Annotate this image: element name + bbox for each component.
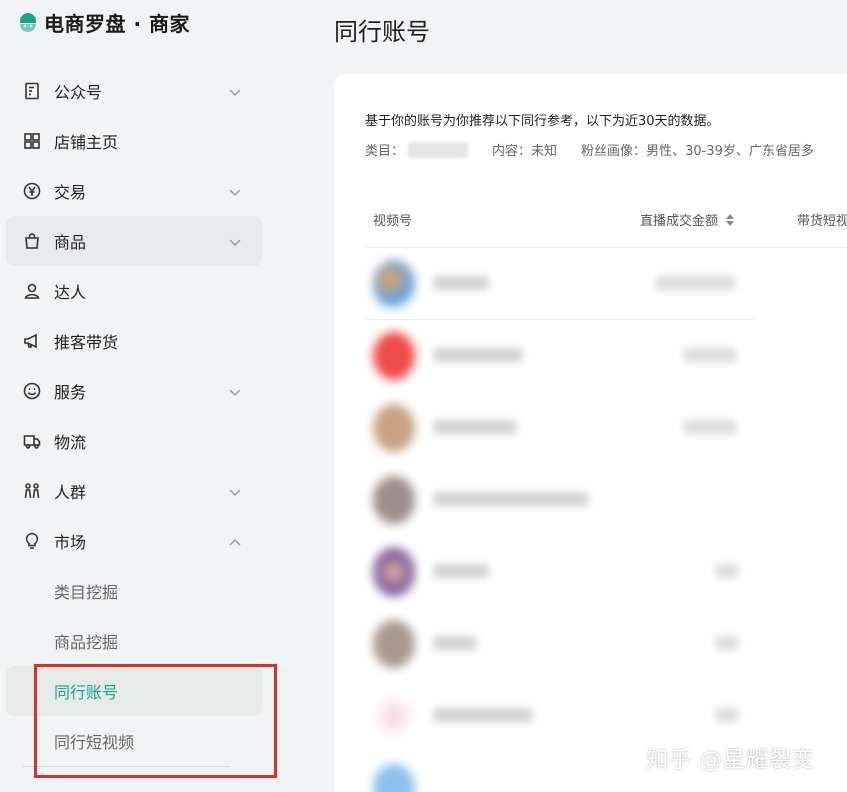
sidebar-item-official-account[interactable]: 公众号 [6, 66, 262, 116]
avatar [373, 548, 415, 596]
sidebar-nav: 公众号 店铺主页 交易 商品 达人 推客带货 服务 物流 人群 市场 类目挖掘 … [6, 66, 262, 766]
gmv-value-blurred [715, 708, 739, 722]
sidebar-item-trade[interactable]: 交易 [6, 166, 262, 216]
account-name-blurred [433, 348, 523, 362]
account-name-blurred [433, 564, 489, 578]
avatar [373, 764, 415, 792]
sidebar-item-label: 物流 [54, 433, 87, 452]
column-header-live-gmv[interactable]: 直播成交金额 [640, 210, 735, 230]
grid-icon [22, 131, 42, 151]
smile-icon [22, 381, 42, 401]
sidebar-item-service[interactable]: 服务 [6, 366, 262, 416]
sidebar-item-label: 公众号 [54, 83, 103, 102]
bag-icon [22, 231, 42, 251]
chevron-up-icon [228, 534, 242, 548]
sidebar-item-label: 推客带货 [54, 333, 119, 352]
sidebar-subitem-label: 类目挖掘 [54, 583, 119, 602]
gmv-value-blurred [715, 564, 739, 578]
column-header-short-video: 带货短视 [797, 210, 847, 229]
account-name-blurred [433, 708, 533, 722]
content-value: 未知 [531, 144, 558, 159]
table-row[interactable] [365, 392, 847, 464]
highlight-annotation-box [34, 664, 277, 778]
sidebar-item-label: 商品 [54, 233, 87, 252]
person-icon [22, 281, 42, 301]
table-row[interactable] [365, 248, 847, 320]
chevron-down-icon [228, 384, 242, 398]
people-icon [22, 481, 42, 501]
avatar [373, 260, 415, 308]
sidebar-item-influencers[interactable]: 达人 [6, 266, 262, 316]
sidebar-subitem-category-mining[interactable]: 类目挖掘 [6, 566, 262, 616]
yen-icon [22, 181, 42, 201]
sidebar-item-promoters[interactable]: 推客带货 [6, 316, 262, 366]
column-header-label: 带货短视 [797, 214, 847, 229]
chevron-down-icon [228, 234, 242, 248]
column-header-label: 直播成交金额 [640, 214, 719, 229]
account-meta: 类目： 内容： 未知 粉丝画像： 男性、30-39岁、广东省居多 [365, 140, 814, 159]
brand-name: 电商罗盘 · 商家 [44, 11, 191, 36]
compass-logo-icon [20, 13, 36, 32]
table-row[interactable] [365, 320, 847, 392]
account-name-blurred [433, 420, 517, 434]
intro-text: 基于你的账号为你推荐以下同行参考，以下为近30天的数据。 [365, 114, 720, 129]
bulb-icon [22, 531, 42, 551]
sidebar-item-label: 人群 [54, 483, 87, 502]
sidebar-item-products[interactable]: 商品 [6, 216, 262, 266]
sidebar-item-store-home[interactable]: 店铺主页 [6, 116, 262, 166]
content-card: 基于你的账号为你推荐以下同行参考，以下为近30天的数据。 类目： 内容： 未知 … [334, 74, 847, 792]
column-header-label: 视频号 [373, 214, 413, 229]
account-name-blurred [433, 492, 589, 506]
page-title: 同行账号 [334, 18, 430, 46]
avatar [373, 332, 415, 380]
brand[interactable]: 电商罗盘 · 商家 [18, 8, 190, 36]
sidebar-item-audience[interactable]: 人群 [6, 466, 262, 516]
sidebar-item-label: 店铺主页 [54, 133, 119, 152]
column-header-video-account: 视频号 [373, 210, 412, 229]
sidebar-item-market[interactable]: 市场 [6, 516, 262, 566]
sidebar-item-label: 交易 [54, 183, 87, 202]
sidebar-item-label: 达人 [54, 283, 87, 302]
sidebar-subitem-product-mining[interactable]: 商品挖掘 [6, 616, 262, 666]
fans-value: 男性、30-39岁、广东省居多 [646, 144, 814, 159]
gmv-value-blurred [715, 636, 739, 650]
chevron-down-icon [228, 184, 242, 198]
watermark: 知乎 @星耀裂变 [646, 748, 815, 773]
sidebar-item-label: 市场 [54, 533, 87, 552]
megaphone-icon [22, 331, 42, 351]
sidebar-subitem-label: 商品挖掘 [54, 633, 119, 652]
sidebar-item-logistics[interactable]: 物流 [6, 416, 262, 466]
chevron-down-icon [228, 84, 242, 98]
avatar [373, 404, 415, 452]
table-row[interactable] [365, 536, 847, 608]
gmv-value-blurred [655, 276, 735, 290]
document-icon [22, 81, 42, 101]
avatar [373, 476, 415, 524]
sidebar-item-label: 服务 [54, 383, 87, 402]
truck-icon [22, 431, 42, 451]
category-value-blurred [408, 141, 469, 158]
gmv-value-blurred [683, 348, 737, 362]
table-row[interactable] [365, 464, 847, 536]
account-name-blurred [433, 636, 477, 650]
sort-icon[interactable] [726, 213, 735, 230]
account-name-blurred [433, 276, 489, 290]
category-label: 类目： [365, 144, 405, 159]
avatar [373, 692, 415, 740]
table-row[interactable] [365, 608, 847, 680]
content-label: 内容： [492, 144, 532, 159]
gmv-value-blurred [683, 420, 737, 434]
fans-label: 粉丝画像： [581, 144, 647, 159]
chevron-down-icon [228, 484, 242, 498]
avatar [373, 620, 415, 668]
